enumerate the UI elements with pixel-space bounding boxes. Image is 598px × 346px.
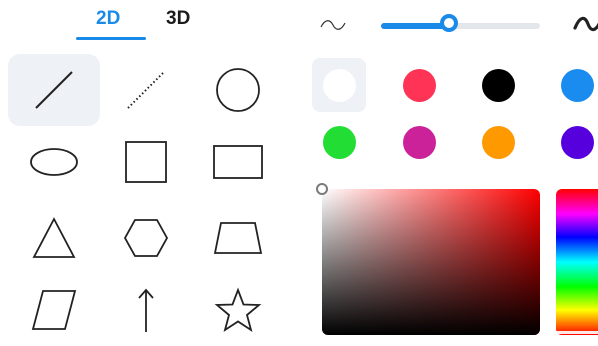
shape-star-button[interactable] [192,274,284,346]
active-tab-underline [76,37,146,40]
tab-3d[interactable]: 3D [166,8,190,30]
square-icon [125,141,167,183]
slider-fill [381,23,450,29]
swatch-dot [322,68,356,102]
ellipse-icon [30,148,78,176]
trapezoid-icon [213,222,263,254]
color-swatch-green[interactable] [312,115,366,169]
color-swatch-purple[interactable] [550,115,598,169]
swatch-dot [481,125,515,159]
shape-ellipse-button[interactable] [8,126,100,198]
shape-parallelogram-button[interactable] [8,274,100,346]
swatch-dot [560,68,594,102]
triangle-icon [32,217,76,258]
value-gradient [322,189,540,335]
swatch-dot [481,68,515,102]
parallelogram-icon [31,290,77,330]
tab-2d[interactable]: 2D [96,8,120,30]
color-swatch-orange[interactable] [471,115,525,169]
circle-icon [216,68,260,112]
color-swatch-black[interactable] [471,58,525,112]
stroke-width-slider[interactable] [381,14,540,32]
shape-dotted-line-button[interactable] [100,54,192,126]
shape-rectangle-button[interactable] [192,126,284,198]
shape-line-button[interactable] [8,54,100,126]
shape-hexagon-button[interactable] [100,202,192,274]
swatch-dot [402,125,436,159]
thick-wave-icon [573,16,598,32]
arrow-icon [138,288,154,332]
color-swatch-blue[interactable] [550,58,598,112]
picker-cursor[interactable] [316,183,328,195]
color-swatch-magenta[interactable] [392,115,446,169]
rectangle-icon [213,145,263,179]
shape-triangle-button[interactable] [8,202,100,274]
swatch-dot [322,125,356,159]
color-swatch-red[interactable] [392,58,446,112]
shape-trapezoid-button[interactable] [192,202,284,274]
shape-arrow-button[interactable] [100,274,192,346]
shape-square-button[interactable] [100,126,192,198]
swatch-dot [560,125,594,159]
swatch-dot [402,68,436,102]
dotted-line-icon [127,71,165,109]
color-swatch-white[interactable] [312,58,366,112]
hue-slider-marker[interactable] [556,331,598,334]
star-icon [214,287,262,333]
hexagon-icon [123,219,169,257]
line-icon [35,71,73,109]
slider-thumb[interactable] [440,14,459,32]
thin-wave-icon [320,20,346,30]
saturation-value-picker[interactable] [322,189,540,335]
shape-circle-button[interactable] [192,54,284,126]
hue-slider[interactable] [556,189,598,335]
